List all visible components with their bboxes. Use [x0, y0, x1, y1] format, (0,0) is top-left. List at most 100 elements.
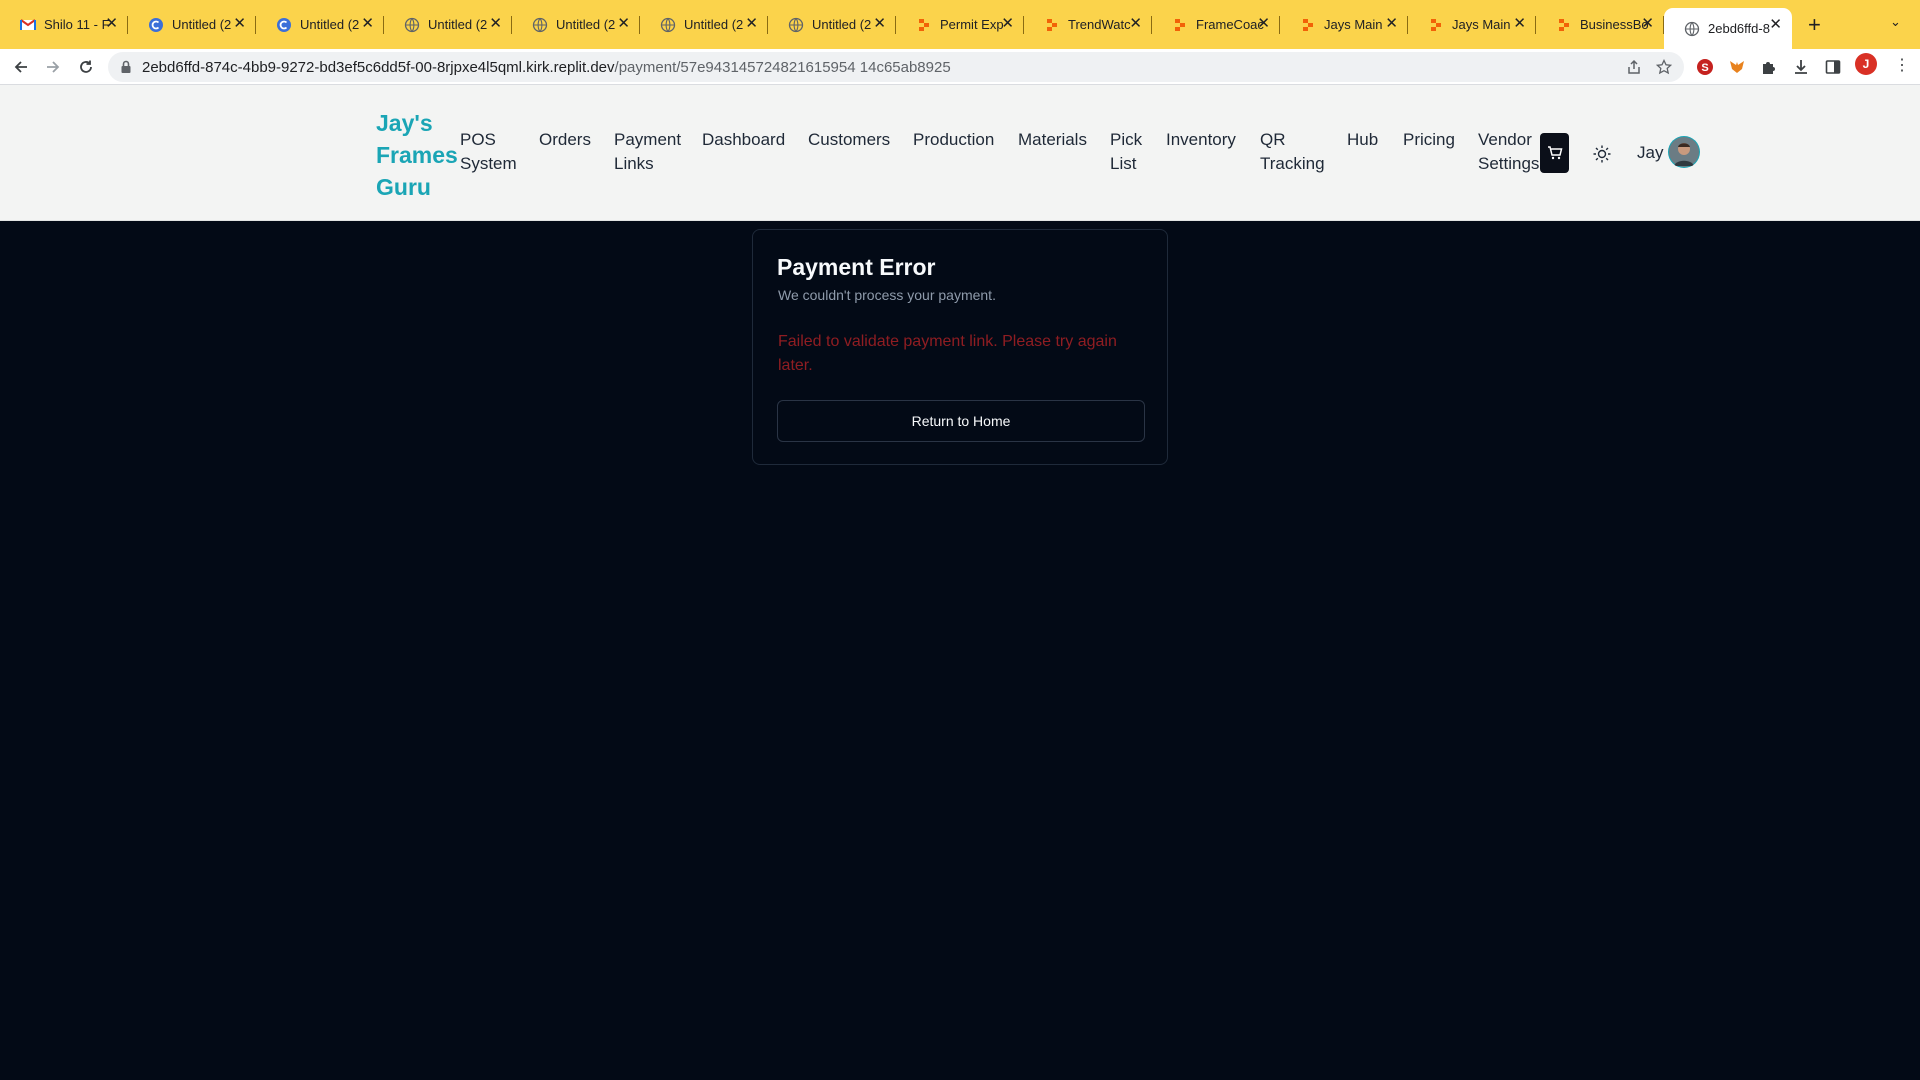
nav-link[interactable]: Inventory [1166, 128, 1236, 152]
replit-icon [1300, 17, 1316, 33]
browser-tab[interactable]: Jays Main ✕ [1280, 10, 1408, 39]
nav-link-label: Links [614, 154, 654, 173]
extension-red-s-icon[interactable]: S [1696, 58, 1714, 76]
tab-close-icon[interactable]: ✕ [1257, 16, 1270, 32]
side-panel-icon[interactable] [1824, 58, 1842, 76]
replit-icon [1556, 17, 1572, 33]
nav-link[interactable]: Pricing [1403, 128, 1455, 152]
browser-tab[interactable]: Untitled (2 ✕ [128, 10, 256, 39]
profile-avatar-button[interactable]: J [1855, 53, 1877, 75]
replit-icon [1172, 17, 1188, 33]
tab-search-chevron-icon[interactable]: ⌄ [1890, 14, 1901, 30]
theme-toggle-button[interactable] [1591, 143, 1613, 165]
card-subtitle: We couldn't process your payment. [778, 287, 996, 303]
tab-close-icon[interactable]: ✕ [1385, 16, 1398, 32]
bookmark-star-icon[interactable] [1655, 58, 1673, 80]
url-text: 2ebd6ffd-874c-4bb9-9272-bd3ef5c6dd5f-00-… [142, 59, 951, 76]
share-icon[interactable] [1626, 59, 1642, 80]
nav-link[interactable]: QR Tracking [1260, 128, 1325, 176]
tab-close-icon[interactable]: ✕ [617, 16, 630, 32]
back-button[interactable] [9, 55, 33, 79]
nav-link[interactable]: Orders [539, 128, 591, 152]
tab-close-icon[interactable]: ✕ [745, 16, 758, 32]
forward-button[interactable] [41, 55, 65, 79]
nav-link-label: POS [460, 130, 496, 149]
browser-tab[interactable]: Untitled (2 ✕ [384, 10, 512, 39]
globe-icon [404, 17, 420, 33]
globe-icon [532, 17, 548, 33]
nav-link-label: Materials [1018, 130, 1087, 149]
downloads-icon[interactable] [1792, 58, 1810, 76]
browser-tab[interactable]: Untitled (2 ✕ [512, 10, 640, 39]
nav-link-label: Tracking [1260, 154, 1325, 173]
nav-link[interactable]: Production [913, 128, 994, 152]
tab-close-icon[interactable]: ✕ [1641, 16, 1654, 32]
tab-close-icon[interactable]: ✕ [489, 16, 502, 32]
tab-close-icon[interactable]: ✕ [361, 16, 374, 32]
lock-icon [120, 60, 132, 79]
nav-link[interactable]: Pick List [1110, 128, 1142, 176]
globe-icon [1684, 21, 1700, 37]
nav-link-label: Vendor [1478, 130, 1532, 149]
replit-icon [1428, 17, 1444, 33]
new-tab-button[interactable]: + [1808, 12, 1821, 38]
payment-error-card: Payment Error We couldn't process your p… [752, 229, 1168, 465]
nav-link[interactable]: Hub [1347, 128, 1378, 152]
browser-tab[interactable]: Permit Exp ✕ [896, 10, 1024, 39]
tab-close-icon[interactable]: ✕ [1769, 17, 1782, 33]
replit-c-icon [276, 17, 292, 33]
browser-tab[interactable]: Untitled (2 ✕ [640, 10, 768, 39]
nav-link[interactable]: Vendor Settings [1478, 128, 1539, 176]
nav-link-label: System [460, 154, 517, 173]
tab-close-icon[interactable]: ✕ [1129, 16, 1142, 32]
user-name[interactable]: Jay [1637, 143, 1663, 163]
nav-link[interactable]: Customers [808, 128, 890, 152]
nav-link-label: QR [1260, 130, 1286, 149]
tab-close-icon[interactable]: ✕ [105, 16, 118, 32]
nav-link-label: Hub [1347, 130, 1379, 149]
back-arrow-icon [14, 61, 27, 73]
tab-close-icon[interactable]: ✕ [873, 16, 886, 32]
tab-close-icon[interactable]: ✕ [1001, 16, 1014, 32]
replit-icon [1044, 17, 1060, 33]
forward-arrow-icon [47, 61, 60, 73]
app-header: Jay's Frames Guru POS System Orders Payment… [0, 85, 1920, 221]
browser-tab[interactable]: Untitled (2 ✕ [768, 10, 896, 39]
globe-icon [660, 17, 676, 33]
url-path: /payment/57e943145724821615954 14c65ab89… [614, 59, 951, 76]
browser-toolbar: 2ebd6ffd-874c-4bb9-9272-bd3ef5c6dd5f-00-… [0, 49, 1920, 85]
nav-link[interactable]: Materials [1018, 128, 1087, 152]
reload-button[interactable] [74, 55, 98, 79]
url-host: 2ebd6ffd-874c-4bb9-9272-bd3ef5c6dd5f-00-… [142, 59, 615, 76]
return-home-button[interactable]: Return to Home [777, 400, 1145, 442]
user-avatar[interactable] [1668, 136, 1700, 168]
svg-text:S: S [1701, 62, 1708, 74]
app-logo[interactable]: Jay's Frames Guru [376, 107, 466, 203]
nav-link-label: Settings [1478, 154, 1540, 173]
nav-link[interactable]: POS System [460, 128, 517, 176]
nav-link[interactable]: Payment Links [614, 128, 681, 176]
extension-metamask-icon[interactable] [1728, 58, 1746, 76]
nav-link-label: Production [913, 130, 995, 149]
cart-icon [1547, 146, 1562, 160]
cart-button[interactable] [1540, 133, 1569, 173]
extensions-puzzle-icon[interactable] [1760, 58, 1778, 76]
browser-tab[interactable]: BusinessBo ✕ [1536, 10, 1664, 39]
browser-tab[interactable]: Untitled (2 ✕ [256, 10, 384, 39]
browser-tab-bar: Shilo 11 - F ✕ Untitled (2 ✕ Untitled (2 ✕ Unt… [0, 0, 1920, 49]
nav-link-label: Customers [808, 130, 891, 149]
browser-tab[interactable]: TrendWatc ✕ [1024, 10, 1152, 39]
browser-menu-icon[interactable]: ⋮ [1894, 55, 1910, 75]
browser-tab-active[interactable]: 2ebd6ffd-8 ✕ [1664, 8, 1792, 49]
nav-link-label: Dashboard [702, 130, 786, 149]
tab-close-icon[interactable]: ✕ [1513, 16, 1526, 32]
address-bar[interactable]: 2ebd6ffd-874c-4bb9-9272-bd3ef5c6dd5f-00-… [108, 52, 1684, 82]
nav-link-label: Inventory [1166, 130, 1236, 149]
nav-link-label: Payment [614, 130, 682, 149]
nav-link[interactable]: Dashboard [702, 128, 785, 152]
browser-tab[interactable]: Jays Main ✕ [1408, 10, 1536, 39]
tab-close-icon[interactable]: ✕ [233, 16, 246, 32]
nav-link-label: List [1110, 154, 1137, 173]
browser-tab[interactable]: Shilo 11 - F ✕ [0, 10, 128, 39]
browser-tab[interactable]: FrameCoac ✕ [1152, 10, 1280, 39]
